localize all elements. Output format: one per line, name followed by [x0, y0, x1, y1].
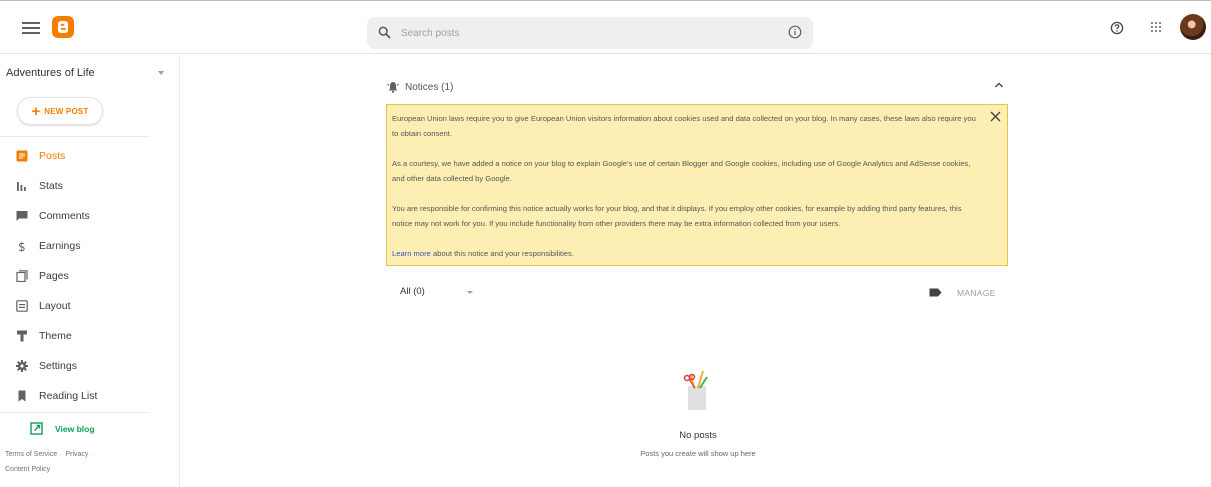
- help-icon[interactable]: [1110, 21, 1124, 35]
- sidebar-item-comments[interactable]: Comments: [0, 201, 150, 231]
- sidebar-item-label: Comments: [39, 210, 90, 222]
- apps-grid-icon[interactable]: [1151, 22, 1163, 34]
- footer-links: Terms of Service · Privacy · Content Policy: [5, 447, 155, 477]
- svg-text:$: $: [18, 240, 26, 252]
- sidebar-item-reading-list[interactable]: Reading List: [0, 381, 150, 411]
- sidebar-item-earnings[interactable]: $ Earnings: [0, 231, 150, 261]
- notices-header[interactable]: Notices (1): [386, 78, 1006, 96]
- layout-icon: [16, 300, 28, 312]
- new-post-label: NEW POST: [44, 106, 89, 116]
- label-icon: [929, 288, 942, 297]
- notice-paragraph: As a courtesy, we have added a notice on…: [392, 159, 971, 183]
- gear-icon: [16, 360, 28, 372]
- chevron-down-icon: [467, 291, 473, 294]
- sidebar-item-posts[interactable]: Posts: [0, 141, 150, 171]
- blog-selector[interactable]: Adventures of Life: [6, 67, 95, 79]
- sidebar-item-theme[interactable]: Theme: [0, 321, 150, 351]
- chevron-down-icon[interactable]: [158, 71, 164, 75]
- sidebar-item-label: Reading List: [39, 390, 98, 402]
- privacy-link[interactable]: Privacy: [65, 451, 88, 458]
- divider: [0, 136, 150, 137]
- chevron-up-icon[interactable]: [994, 81, 1004, 89]
- sidebar-item-label: Layout: [39, 300, 71, 312]
- info-icon[interactable]: [788, 25, 802, 39]
- search-icon[interactable]: [378, 26, 391, 39]
- content-policy-link[interactable]: Content Policy: [5, 466, 50, 473]
- notice-learn-more: Learn more about this notice and your re…: [392, 246, 997, 261]
- search-input[interactable]: [401, 23, 761, 43]
- learn-more-suffix: about this notice and your responsibilit…: [430, 249, 574, 258]
- sidebar-nav: Posts Stats Comments $ Earnings Pages La…: [0, 141, 150, 411]
- divider: [0, 412, 150, 413]
- bell-icon: [387, 82, 399, 93]
- sidebar: Adventures of Life + NEW POST Posts Stat…: [0, 55, 180, 487]
- sidebar-item-pages[interactable]: Pages: [0, 261, 150, 291]
- notices-title: Notices (1): [405, 82, 454, 93]
- manage-label: MANAGE: [957, 288, 996, 298]
- post-filter-dropdown[interactable]: All (0): [400, 286, 1020, 300]
- comments-icon: [16, 211, 28, 221]
- plus-icon: +: [31, 102, 41, 120]
- avatar[interactable]: [1180, 14, 1206, 40]
- filter-label: All (0): [400, 286, 425, 297]
- empty-posts-illustration: [683, 370, 708, 410]
- top-bar: [0, 0, 1211, 54]
- blogger-logo-icon[interactable]: [52, 16, 74, 38]
- sidebar-item-label: Settings: [39, 360, 77, 372]
- separator: ·: [91, 451, 94, 458]
- learn-more-link[interactable]: Learn more: [392, 249, 431, 258]
- sidebar-item-settings[interactable]: Settings: [0, 351, 150, 381]
- view-blog-link[interactable]: View blog: [0, 417, 150, 441]
- empty-state-title: No posts: [679, 430, 717, 441]
- terms-link[interactable]: Terms of Service: [5, 451, 57, 458]
- menu-icon[interactable]: [22, 19, 40, 37]
- pages-icon: [16, 270, 28, 282]
- blogger-dashboard: Adventures of Life + NEW POST Posts Stat…: [0, 0, 1211, 487]
- sidebar-item-stats[interactable]: Stats: [0, 171, 150, 201]
- external-link-icon: [30, 422, 43, 435]
- dollar-icon: $: [18, 240, 26, 252]
- sidebar-item-label: Theme: [39, 330, 72, 342]
- notice-paragraph: You are responsible for confirming this …: [392, 204, 962, 228]
- empty-state-subtitle: Posts you create will show up here: [640, 449, 756, 458]
- close-icon[interactable]: [990, 111, 1001, 122]
- theme-icon: [17, 330, 27, 342]
- sidebar-item-label: Stats: [39, 180, 63, 192]
- notice-paragraph: European Union laws require you to give …: [392, 114, 976, 138]
- sidebar-item-layout[interactable]: Layout: [0, 291, 150, 321]
- separator: ·: [60, 451, 63, 458]
- sidebar-item-label: Posts: [39, 150, 66, 162]
- posts-icon: [16, 150, 28, 162]
- sidebar-item-label: Pages: [39, 270, 69, 282]
- stats-icon: [17, 182, 26, 191]
- bookmark-icon: [18, 390, 26, 402]
- manage-labels-button[interactable]: MANAGE: [929, 287, 1009, 299]
- new-post-button[interactable]: + NEW POST: [17, 97, 103, 125]
- view-blog-label: View blog: [55, 424, 95, 434]
- sidebar-item-label: Earnings: [39, 240, 81, 252]
- search-bar: [367, 17, 813, 49]
- cookie-notice: European Union laws require you to give …: [386, 104, 1008, 266]
